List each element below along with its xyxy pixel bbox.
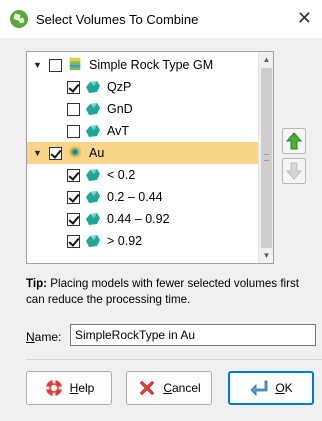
vertical-scrollbar[interactable]: ▲ ▼ — [258, 52, 273, 263]
tree-row-avt[interactable]: AvT — [27, 120, 259, 142]
expand-arrow-icon[interactable]: ▼ — [33, 148, 42, 158]
volume-icon — [86, 191, 100, 203]
tree-row-0-44-0-92[interactable]: 0.44 – 0.92 — [27, 208, 259, 230]
tip-text: Tip: Placing models with fewer selected … — [26, 276, 316, 308]
help-button[interactable]: Help — [26, 371, 112, 405]
tree-row-0-2-0-44[interactable]: 0.2 – 0.44 — [27, 186, 259, 208]
arrow-up-icon — [285, 132, 303, 150]
tree-label: 0.44 – 0.92 — [107, 212, 170, 226]
scroll-thumb[interactable] — [261, 68, 272, 248]
tree-label: < 0.2 — [107, 168, 136, 182]
name-input[interactable] — [70, 324, 316, 346]
checkbox[interactable] — [67, 190, 80, 204]
volume-tree-list[interactable]: ▼ Simple Rock Type GM QzP GnD AvT ▼ Au <… — [26, 51, 274, 264]
volume-icon — [86, 103, 100, 115]
checkbox[interactable] — [49, 58, 62, 72]
tree-row-gt-0-92[interactable]: > 0.92 — [27, 230, 259, 252]
tree-row-lt-0-2[interactable]: < 0.2 — [27, 164, 259, 186]
tree-label: GnD — [107, 102, 133, 116]
app-icon — [10, 10, 28, 28]
volume-icon — [86, 213, 100, 225]
volume-icon — [86, 235, 100, 247]
enter-arrow-icon — [250, 380, 268, 396]
lifebuoy-icon — [44, 379, 63, 397]
cancel-button[interactable]: Cancel — [126, 371, 212, 405]
move-up-button[interactable] — [282, 128, 306, 154]
checkbox[interactable] — [67, 102, 80, 116]
tree-row-gnd[interactable]: GnD — [27, 98, 259, 120]
tip-body: Placing models with fewer selected volum… — [26, 277, 299, 306]
checkbox[interactable] — [49, 146, 62, 160]
tree-label: AvT — [107, 124, 129, 138]
title-bar: Select Volumes To Combine ✕ — [0, 0, 322, 38]
tree-row-qzp[interactable]: QzP — [27, 76, 259, 98]
tip-label: Tip: — [26, 277, 48, 290]
volume-icon — [86, 169, 100, 181]
cancel-x-icon — [139, 380, 155, 396]
scroll-up-icon[interactable]: ▲ — [259, 52, 273, 67]
ok-button[interactable]: OK — [228, 371, 314, 405]
name-label: Name: — [26, 330, 62, 344]
tree-label: QzP — [107, 80, 132, 94]
divider — [26, 359, 322, 360]
arrow-down-icon — [285, 162, 303, 180]
tree-label: 0.2 – 0.44 — [107, 190, 163, 204]
checkbox[interactable] — [67, 212, 80, 226]
window-title: Select Volumes To Combine — [36, 12, 199, 27]
tree-row-simple-rock-type-gm[interactable]: ▼ Simple Rock Type GM — [27, 54, 259, 76]
tree-label: > 0.92 — [107, 234, 143, 248]
checkbox[interactable] — [67, 124, 80, 138]
geological-model-icon — [69, 57, 81, 71]
checkbox[interactable] — [67, 168, 80, 182]
tree-row-au[interactable]: ▼ Au — [27, 142, 259, 164]
scroll-down-icon[interactable]: ▼ — [259, 248, 273, 263]
expand-arrow-icon[interactable]: ▼ — [33, 60, 42, 70]
move-down-button[interactable] — [282, 158, 306, 184]
checkbox[interactable] — [67, 234, 80, 248]
volume-icon — [86, 125, 100, 137]
close-icon[interactable]: ✕ — [297, 8, 312, 28]
checkbox[interactable] — [67, 80, 80, 94]
tree-label: Au — [89, 146, 105, 160]
interpolant-icon — [68, 145, 82, 159]
tree-label: Simple Rock Type GM — [89, 58, 214, 72]
volume-icon — [86, 81, 100, 93]
